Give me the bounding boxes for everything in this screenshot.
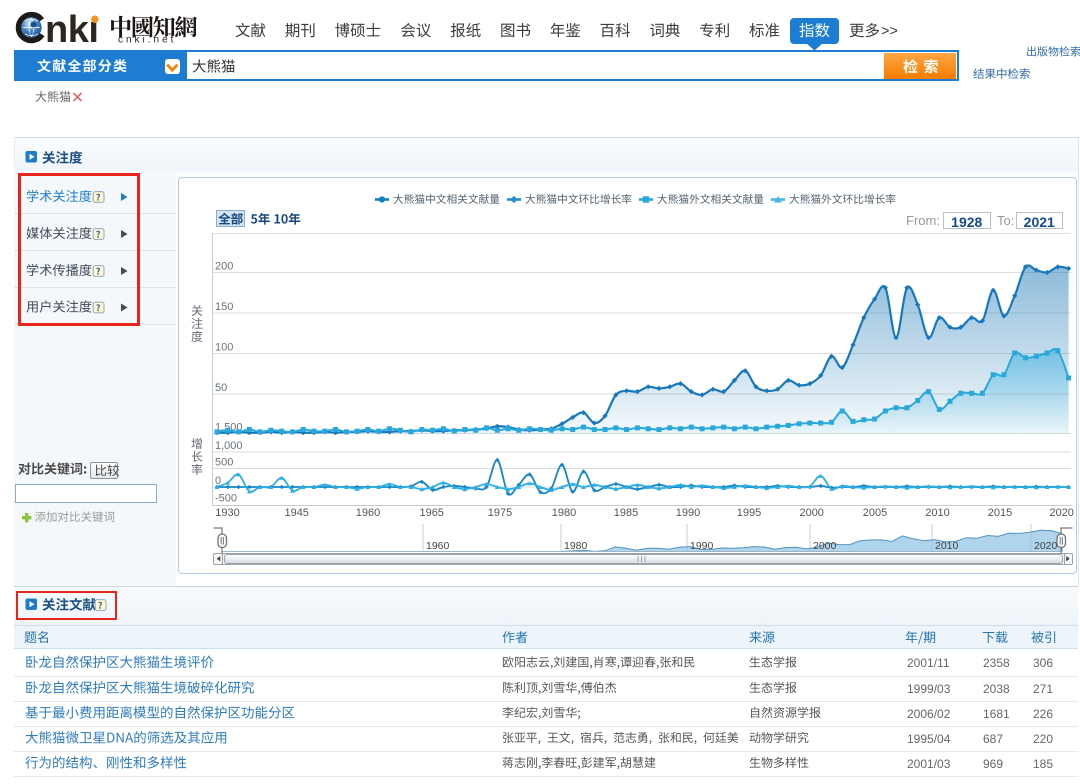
svg-text:nkı: nkı — [45, 9, 98, 51]
svg-text:>>: >> — [881, 24, 898, 40]
svg-text:cnki.net: cnki.net — [118, 35, 176, 46]
